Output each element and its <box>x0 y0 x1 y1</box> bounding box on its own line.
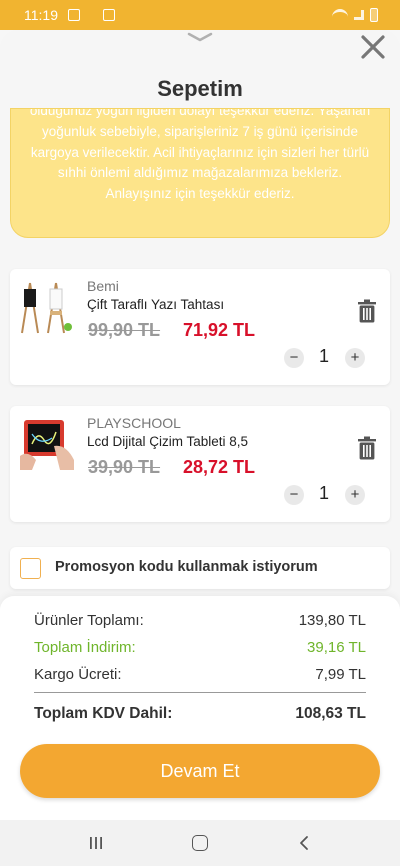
promo-checkbox[interactable] <box>20 558 41 579</box>
status-bar: 11:19 <box>0 0 400 30</box>
total-value: 108,63 TL <box>295 705 366 722</box>
status-time: 11:19 <box>24 7 58 23</box>
status-icons <box>332 8 378 22</box>
item-old-price: 99,90 TL <box>88 320 161 340</box>
item-brand: PLAYSCHOOL <box>87 415 181 431</box>
notice-text: olduğunuz yoğun ilgiden dolayı teşekkür … <box>29 108 371 202</box>
quantity-value: 1 <box>318 346 329 366</box>
order-summary: Ürünler Toplamı: 139,80 TL Toplam İndiri… <box>0 596 400 820</box>
system-navigation-bar <box>0 820 400 866</box>
item-new-price: 28,72 TL <box>183 457 256 477</box>
quantity-increase-button[interactable]: + <box>345 485 365 505</box>
quantity-value: 1 <box>318 483 329 503</box>
close-icon[interactable] <box>358 32 388 62</box>
total-label: Toplam KDV Dahil: <box>34 705 173 722</box>
quantity-decrease-button[interactable]: − <box>284 348 304 368</box>
item-old-price: 39,90 TL <box>88 457 161 477</box>
recent-apps-icon[interactable] <box>89 836 103 850</box>
item-name[interactable]: Çift Taraflı Yazı Tahtası <box>87 297 224 312</box>
page-title: Sepetim <box>157 76 243 101</box>
product-image-tablet[interactable] <box>18 416 76 472</box>
promo-label: Promosyon kodu kullanmak istiyorum <box>55 559 318 575</box>
image-notification-icon <box>103 9 115 21</box>
shipping-value: 7,99 TL <box>315 666 366 683</box>
summary-divider <box>34 692 366 693</box>
notice-banner: olduğunuz yoğun ilgiden dolayı teşekkür … <box>10 108 390 238</box>
subtotal-label: Ürünler Toplamı: <box>34 612 144 629</box>
trash-icon[interactable] <box>357 299 377 323</box>
home-icon[interactable] <box>192 835 208 851</box>
signal-icon <box>354 10 364 20</box>
check-notification-icon <box>68 9 80 21</box>
discount-label: Toplam İndirim: <box>34 639 136 656</box>
discount-value: 39,16 TL <box>307 639 366 656</box>
product-image-easel[interactable] <box>18 279 76 335</box>
shipping-label: Kargo Ücreti: <box>34 666 122 683</box>
quantity-increase-button[interactable]: + <box>345 348 365 368</box>
battery-icon <box>370 8 378 22</box>
trash-icon[interactable] <box>357 436 377 460</box>
continue-button[interactable]: Devam Et <box>20 744 380 798</box>
back-icon[interactable] <box>298 835 310 851</box>
promo-code-option[interactable]: Promosyon kodu kullanmak istiyorum <box>10 547 390 589</box>
item-brand: Bemi <box>87 278 119 294</box>
quantity-decrease-button[interactable]: − <box>284 485 304 505</box>
chevron-down-icon[interactable] <box>187 30 213 44</box>
wifi-icon <box>332 9 348 21</box>
item-new-price: 71,92 TL <box>183 320 256 340</box>
subtotal-value: 139,80 TL <box>298 612 366 629</box>
cart-item: PLAYSCHOOL Lcd Dijital Çizim Tableti 8,5… <box>10 406 390 522</box>
item-name[interactable]: Lcd Dijital Çizim Tableti 8,5 <box>87 434 248 449</box>
cart-item: Bemi Çift Taraflı Yazı Tahtası 99,90 TL … <box>10 269 390 385</box>
